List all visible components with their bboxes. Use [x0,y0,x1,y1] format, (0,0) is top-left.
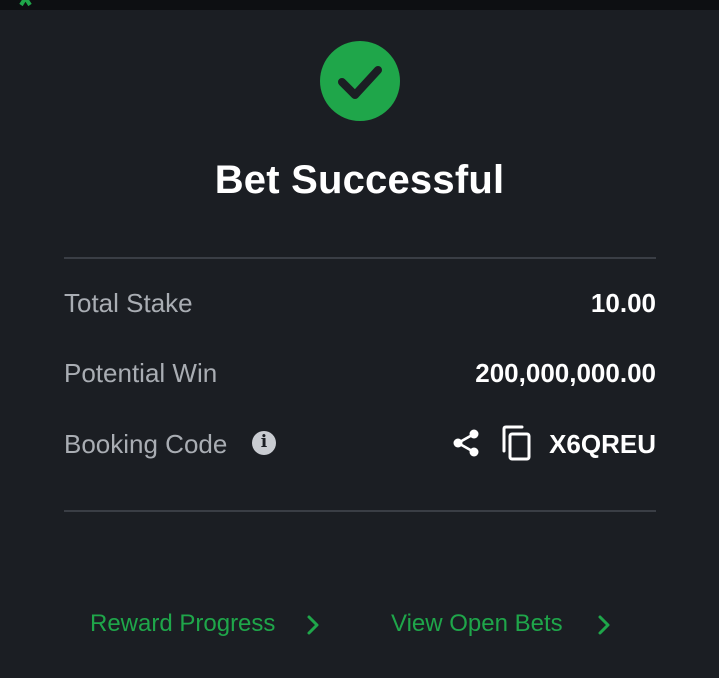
bet-confirmation-card: Bet Successful Total Stake 10.00 Potenti… [0,10,719,678]
total-stake-value: 10.00 [590,288,656,318]
top-status-strip [0,0,719,10]
reward-progress-link[interactable]: Reward Progress [90,600,330,640]
booking-code-value[interactable]: X6QREU [549,429,656,460]
share-icon[interactable] [450,427,482,459]
copy-icon[interactable] [500,425,532,461]
potential-win-value: 200,000,000.00 [475,358,656,388]
total-stake-row: Total Stake 10.00 [64,282,656,322]
check-circle-icon [320,41,400,121]
view-open-bets-link[interactable]: View Open Bets [391,600,621,640]
booking-code-label: Booking Code [64,429,228,459]
total-stake-label: Total Stake [64,288,193,318]
page-title: Bet Successful [214,158,505,202]
top-divider [64,257,656,259]
booking-code-row: Booking Code i X6QREU [64,423,656,463]
app-logo-icon [19,0,32,7]
chevron-right-icon [307,615,319,635]
potential-win-label: Potential Win [64,358,218,388]
reward-progress-label: Reward Progress [90,610,276,637]
view-open-bets-label: View Open Bets [391,610,563,637]
bottom-divider [64,510,656,512]
info-icon[interactable]: i [252,431,276,455]
potential-win-row: Potential Win 200,000,000.00 [64,352,656,392]
chevron-right-icon [598,615,610,635]
